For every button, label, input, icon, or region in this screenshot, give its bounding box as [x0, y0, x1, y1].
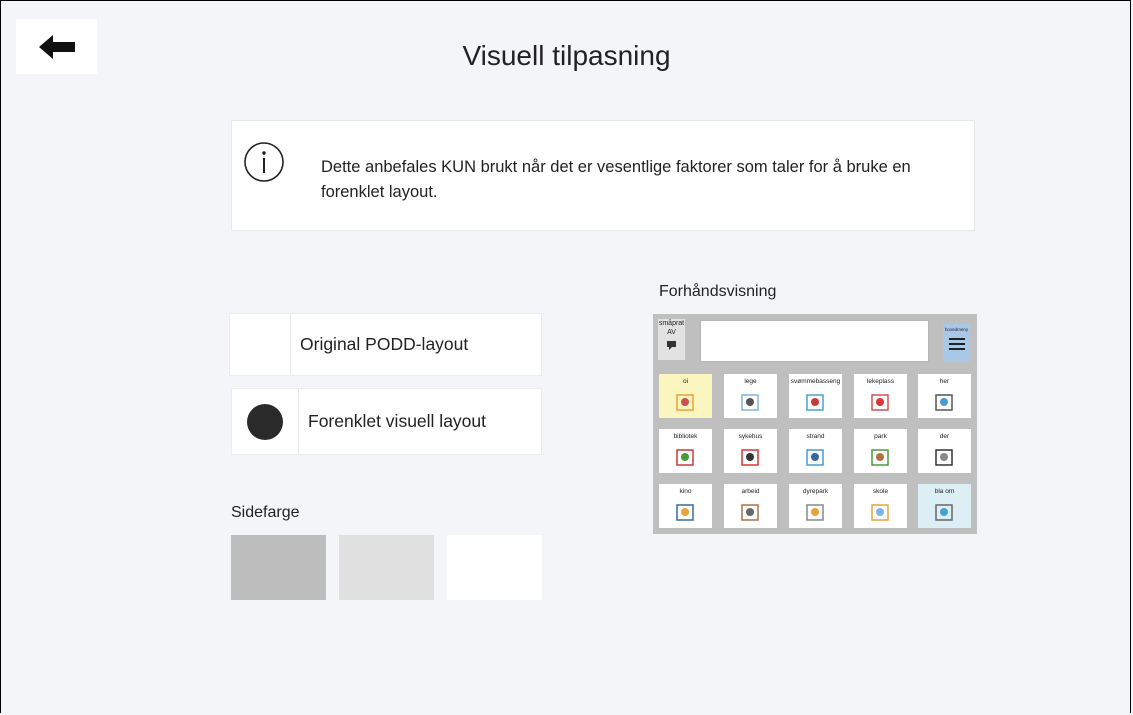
preview-smaprat-state: AV [667, 329, 676, 336]
symbol-icon [676, 449, 694, 466]
radio-selected[interactable] [232, 389, 299, 454]
preview-cell-label: bibliotek [673, 433, 698, 440]
option-forenklet-visuell-layout[interactable]: Forenklet visuell layout [231, 388, 542, 455]
preview-smaprat-button: småprat AV [658, 319, 685, 360]
radio-dot-icon [247, 403, 283, 440]
symbol-icon [676, 394, 694, 411]
preview-cell-label: dyrepark [802, 488, 829, 495]
symbol-icon [935, 394, 953, 411]
symbol-icon [871, 394, 889, 411]
preview-cell: strand [789, 429, 842, 473]
preview-cell: her [918, 374, 971, 418]
option-label: Forenklet visuell layout [308, 411, 486, 431]
preview-cell: lege [724, 374, 777, 418]
symbol-icon [806, 449, 824, 466]
preview-cell-label: svømmebasseng [790, 378, 841, 385]
preview-cell-label: strand [806, 433, 825, 440]
preview-cell: arbeid [724, 484, 777, 528]
preview-cell: bla om [918, 484, 971, 528]
symbol-icon [806, 504, 824, 521]
option-original-podd-layout[interactable]: Original PODD-layout [229, 313, 542, 376]
symbol-icon [935, 504, 953, 521]
info-text: Dette anbefales KUN brukt når det er ves… [321, 158, 911, 201]
symbol-icon [676, 504, 694, 521]
preview-cell-label: skole [872, 488, 889, 495]
swatch-white[interactable] [447, 535, 542, 600]
preview-cell: skole [854, 484, 907, 528]
symbol-icon [741, 394, 759, 411]
info-box: Dette anbefales KUN brukt når det er ves… [231, 120, 975, 231]
preview-cell: oi [659, 374, 712, 418]
preview-cell: svømmebasseng [789, 374, 842, 418]
preview-hovedmeny-label: hovedmeny [944, 327, 969, 332]
page-color-label: Sidefarge [231, 504, 300, 521]
preview-cell-label: arbeid [741, 488, 760, 495]
preview-cell: kino [659, 484, 712, 528]
preview-cell-label: kino [679, 488, 692, 495]
preview-cell: der [918, 429, 971, 473]
preview-cell-label: oi [682, 378, 689, 385]
radio-unselected[interactable] [230, 314, 291, 375]
preview-smaprat-text: småprat [658, 320, 685, 327]
preview-message-bar [700, 320, 929, 362]
swatch-dark-gray[interactable] [231, 535, 326, 600]
info-icon [244, 142, 284, 182]
preview-cell: lekeplass [854, 374, 907, 418]
page-title: Visuell tilpasning [462, 40, 671, 71]
chat-icon [666, 341, 676, 350]
preview-cell: bibliotek [659, 429, 712, 473]
symbol-icon [741, 504, 759, 521]
preview-cell-label: lege [744, 378, 757, 385]
preview-label: Forhåndsvisning [659, 283, 777, 300]
preview-cell-label: her [939, 378, 950, 385]
symbol-icon [806, 394, 824, 411]
symbol-icon [871, 504, 889, 521]
preview-cell-label: lekeplass [866, 378, 895, 385]
preview-hovedmeny-button: hovedmeny [943, 324, 970, 362]
menu-icon [948, 338, 965, 350]
option-label: Original PODD-layout [300, 334, 469, 354]
symbol-icon [935, 449, 953, 466]
preview-cell-label: park [874, 433, 887, 440]
preview-cell: park [854, 429, 907, 473]
symbol-icon [741, 449, 759, 466]
preview-cell-label: bla om [934, 488, 955, 495]
symbol-icon [871, 449, 889, 466]
layout-preview: småprat AV hovedmeny oi lege svømmebasseng… [653, 314, 977, 534]
preview-cell-label: der [939, 433, 950, 440]
preview-cell-label: sykehus [738, 433, 763, 440]
preview-cell: dyrepark [789, 484, 842, 528]
preview-cell: sykehus [724, 429, 777, 473]
swatch-light-gray[interactable] [339, 535, 434, 600]
